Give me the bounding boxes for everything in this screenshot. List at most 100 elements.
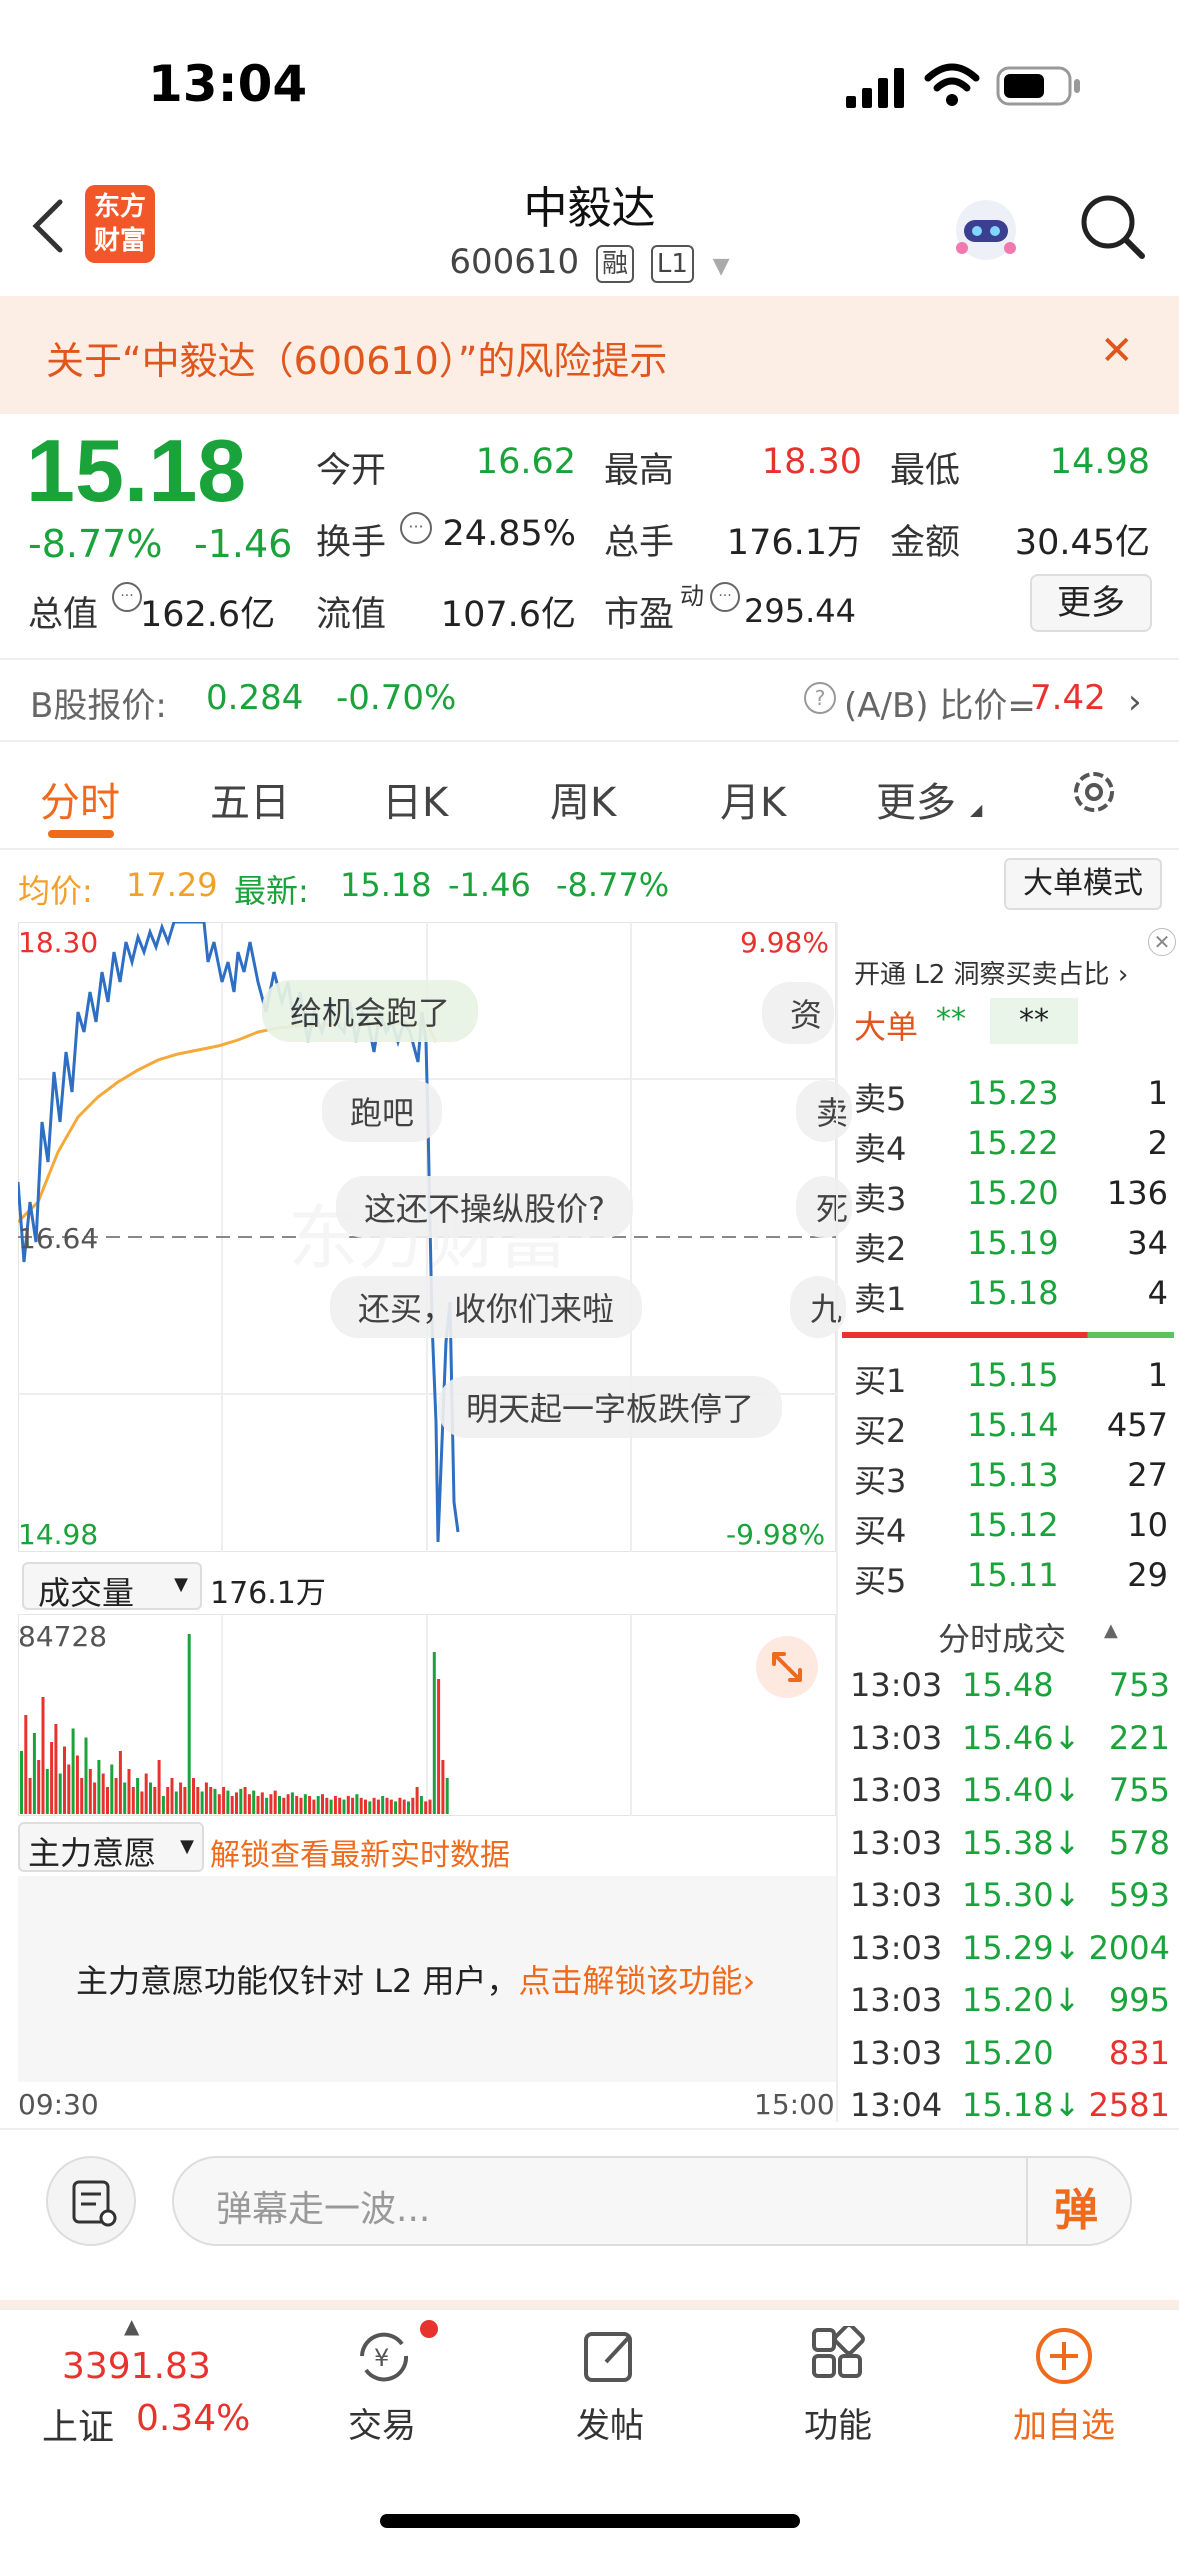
danmu-bubble[interactable]: 这还不操纵股价? bbox=[336, 1176, 633, 1238]
big-order-mode-button[interactable]: 大单模式 bbox=[1004, 858, 1162, 910]
info-icon[interactable]: ··· bbox=[710, 582, 740, 612]
close-icon[interactable]: ✕ bbox=[1148, 928, 1176, 956]
bid-row-1[interactable]: 买1 15.15 1 bbox=[852, 1356, 1168, 1406]
tab-weekly-k[interactable]: 周K bbox=[550, 770, 616, 828]
danmu-bubble[interactable]: 资 bbox=[762, 982, 835, 1044]
divider bbox=[0, 740, 1179, 742]
volume-total: 176.1万 bbox=[210, 1576, 326, 1611]
trade-price: 15.40↓ bbox=[962, 1771, 1081, 1809]
notes-icon[interactable] bbox=[46, 2156, 136, 2246]
ask-row-3[interactable]: 卖3 15.20 136 bbox=[852, 1174, 1168, 1224]
volume-chart[interactable] bbox=[18, 1614, 836, 1816]
info-icon[interactable]: ··· bbox=[112, 582, 142, 612]
bshare-label: B股报价: bbox=[30, 686, 167, 726]
search-icon[interactable] bbox=[1078, 192, 1148, 262]
volume-bar bbox=[80, 1778, 84, 1814]
tab-five-day[interactable]: 五日 bbox=[210, 770, 290, 828]
bid-row-4[interactable]: 买4 15.12 10 bbox=[852, 1506, 1168, 1556]
danmu-bubble[interactable]: 给机会跑了 bbox=[262, 980, 479, 1042]
nav-add-watchlist[interactable]: 加自选 bbox=[994, 2398, 1134, 2447]
bid-label: 买1 bbox=[854, 1362, 907, 1400]
index-percent[interactable]: 0.34% bbox=[136, 2398, 250, 2439]
volume-bar bbox=[174, 1791, 178, 1814]
nav-trade[interactable]: 交易 bbox=[322, 2398, 442, 2447]
axis-top-price: 18.30 bbox=[18, 926, 99, 959]
trade-time: 13:03 bbox=[850, 1928, 943, 1967]
trade-row: 13:03 15.30↓ 593 bbox=[850, 1876, 1170, 1928]
ask-row-5[interactable]: 卖5 15.23 1 bbox=[852, 1074, 1168, 1124]
bid-vol: 457 bbox=[1106, 1406, 1168, 1444]
volume-selector[interactable]: 成交量 ▼ bbox=[22, 1562, 202, 1612]
open-label: 今开 bbox=[316, 451, 387, 491]
danmu-input[interactable]: 弹幕走一波... 弹 bbox=[172, 2156, 1132, 2246]
notification-dot bbox=[420, 2320, 438, 2338]
danmu-bubble[interactable]: 还买，收你们来啦 bbox=[330, 1276, 643, 1338]
unlock-realtime-link[interactable]: 解锁查看最新实时数据 bbox=[210, 1830, 510, 1874]
trade-price: 15.18↓ bbox=[962, 2086, 1081, 2124]
danmu-bubble[interactable]: 卖 bbox=[796, 1080, 853, 1142]
risk-banner-text[interactable]: 关于“中毅达（600610）”的风险提示 bbox=[46, 330, 667, 385]
danmu-bubble[interactable]: 跑吧 bbox=[322, 1080, 443, 1142]
tab-monthly-k[interactable]: 月K bbox=[720, 770, 786, 828]
nav-functions[interactable]: 功能 bbox=[778, 2398, 898, 2447]
index-name[interactable]: 上证 bbox=[42, 2398, 114, 2450]
main-force-selector[interactable]: 主力意愿 ▼ bbox=[18, 1822, 204, 1872]
trade-row: 13:03 15.40↓ 755 bbox=[850, 1771, 1170, 1823]
volume-value: 176.1万 bbox=[726, 523, 862, 563]
bshare-change: -0.70% bbox=[336, 678, 457, 718]
bid-price: 15.15 bbox=[967, 1356, 1059, 1394]
help-icon[interactable]: ? bbox=[804, 682, 836, 714]
unlock-feature-link[interactable]: 点击解锁该功能› bbox=[519, 1962, 756, 2000]
bid-vol: 29 bbox=[1127, 1556, 1168, 1594]
order-book-promo[interactable]: 开通 L2 洞察买卖占比 › bbox=[854, 954, 1128, 991]
axis-start-time: 09:30 bbox=[18, 2088, 99, 2121]
ask-row-4[interactable]: 卖4 15.22 2 bbox=[852, 1124, 1168, 1174]
trade-row: 13:03 15.48 753 bbox=[850, 1666, 1170, 1718]
bid-row-2[interactable]: 买2 15.14 457 bbox=[852, 1406, 1168, 1456]
robot-assistant-icon[interactable] bbox=[946, 192, 1026, 272]
volume-bar bbox=[286, 1794, 290, 1814]
info-icon[interactable]: ··· bbox=[400, 512, 432, 544]
more-button[interactable]: 更多 bbox=[1030, 574, 1152, 632]
functions-icon[interactable] bbox=[808, 2323, 868, 2386]
danmu-bubble[interactable]: 死 bbox=[796, 1176, 853, 1238]
volume-bar bbox=[424, 1801, 428, 1814]
index-value[interactable]: 3391.83 bbox=[62, 2346, 211, 2387]
trade-price: 15.46↓ bbox=[962, 1718, 1081, 1757]
change-percent: -8.77% bbox=[28, 522, 163, 566]
volume-bar bbox=[368, 1801, 372, 1814]
bid-row-3[interactable]: 买3 15.13 27 bbox=[852, 1456, 1168, 1506]
post-icon[interactable] bbox=[580, 2326, 640, 2386]
ask-row-2[interactable]: 卖2 15.19 34 bbox=[852, 1224, 1168, 1274]
tab-daily-k[interactable]: 日K bbox=[382, 770, 448, 828]
ask-price: 15.19 bbox=[967, 1224, 1059, 1262]
trades-title[interactable]: 分时成交 bbox=[938, 1614, 1066, 1660]
expand-icon[interactable] bbox=[756, 1636, 818, 1698]
volume-bar bbox=[342, 1799, 346, 1814]
danmu-button[interactable]: 弹 bbox=[1054, 2174, 1098, 2238]
status-time: 13:04 bbox=[148, 55, 308, 113]
bid-label: 买3 bbox=[854, 1462, 907, 1500]
trade-time: 13:03 bbox=[850, 1718, 943, 1757]
tab-more[interactable]: 更多 bbox=[876, 770, 956, 828]
ask-row-1[interactable]: 卖1 15.18 4 bbox=[852, 1274, 1168, 1324]
volume-bar bbox=[179, 1782, 183, 1814]
volume-bar bbox=[351, 1797, 355, 1814]
chevron-right-icon[interactable]: › bbox=[1128, 682, 1142, 722]
high-value: 18.30 bbox=[761, 442, 862, 482]
volume-bar bbox=[256, 1796, 260, 1814]
volume-bar bbox=[93, 1782, 97, 1814]
add-watchlist-icon[interactable] bbox=[1034, 2326, 1094, 2386]
close-icon[interactable]: ✕ bbox=[1100, 328, 1134, 374]
bid-price: 15.11 bbox=[967, 1556, 1059, 1594]
nav-post[interactable]: 发帖 bbox=[550, 2398, 670, 2447]
settings-icon[interactable] bbox=[1068, 766, 1120, 818]
volume-bar bbox=[187, 1634, 191, 1814]
main-force-notice: 主力意愿功能仅针对 L2 用户，点击解锁该功能› bbox=[76, 1956, 755, 2002]
bid-row-5[interactable]: 买5 15.11 29 bbox=[852, 1556, 1168, 1606]
pe-superscript: 动 bbox=[680, 582, 704, 610]
trade-icon[interactable]: ¥ bbox=[350, 2326, 416, 2386]
tab-intraday[interactable]: 分时 bbox=[40, 770, 120, 828]
danmu-bubble[interactable]: 明天起一字板跌停了 bbox=[438, 1376, 783, 1438]
bid-label: 买4 bbox=[854, 1512, 907, 1550]
